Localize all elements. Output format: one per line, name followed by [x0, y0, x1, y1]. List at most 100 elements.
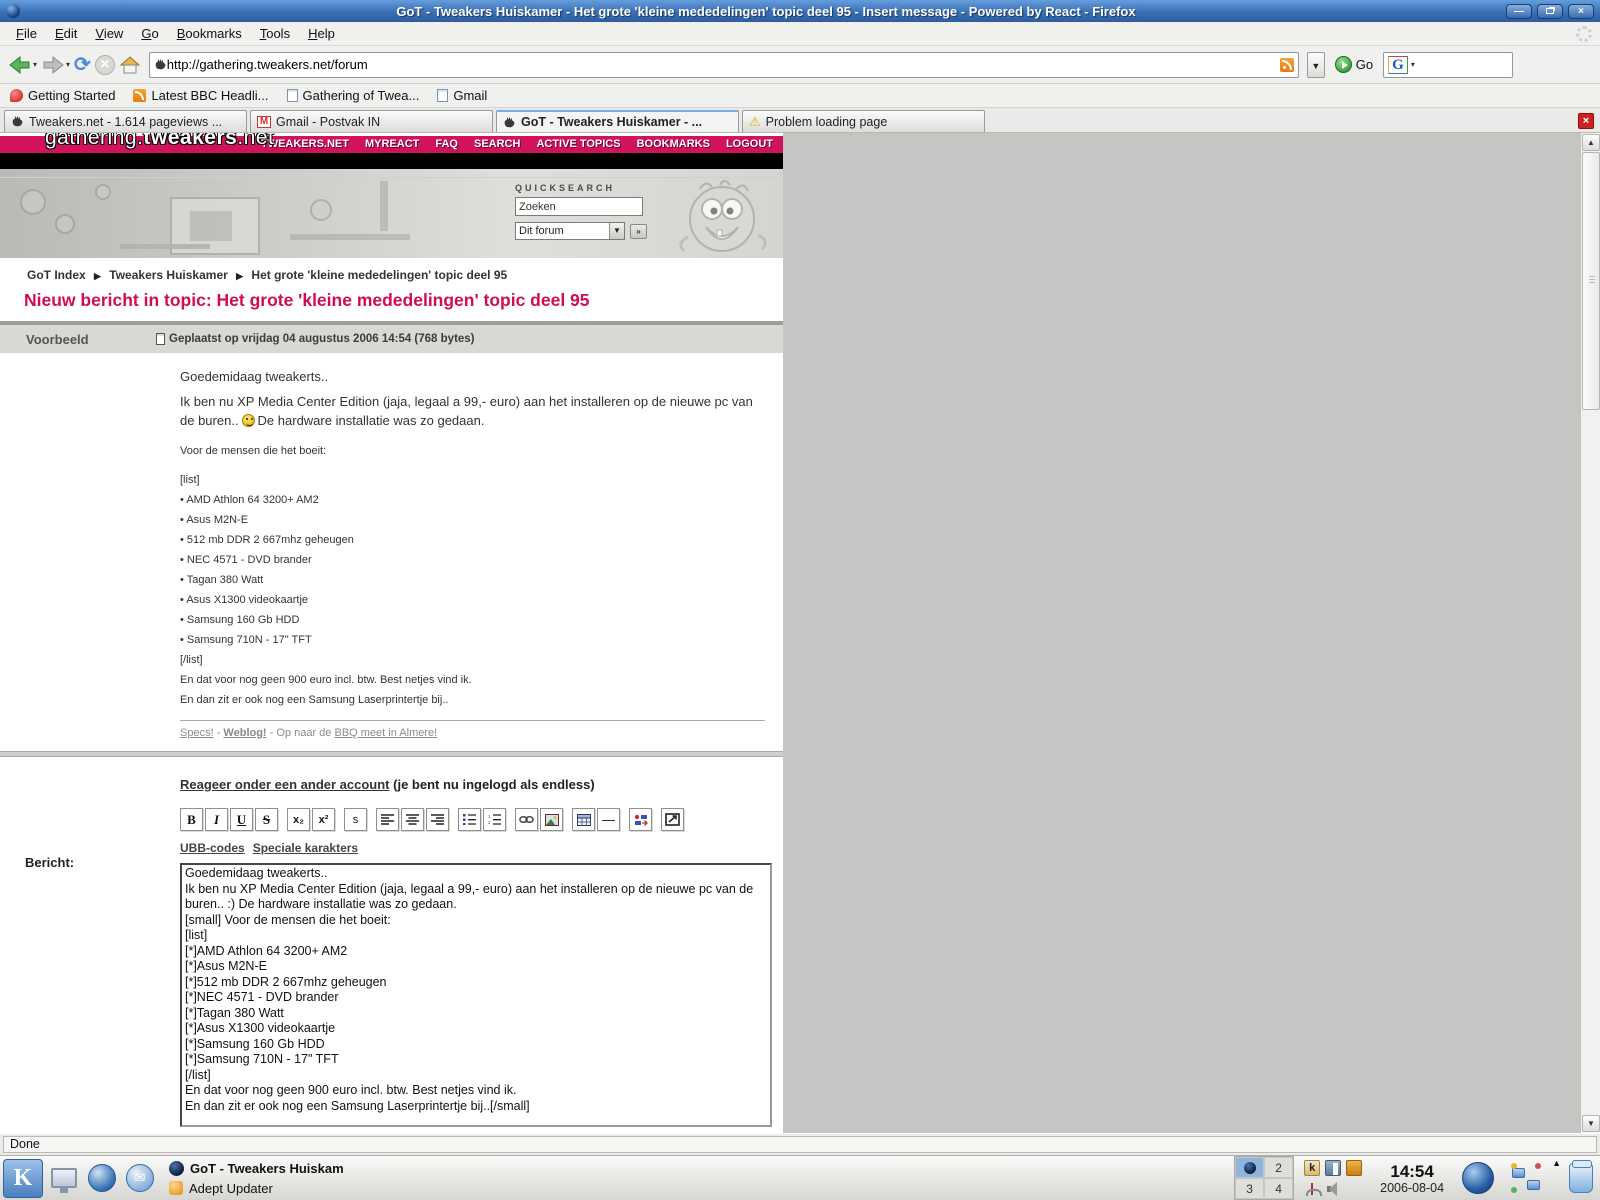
switch-account-link[interactable]: Reageer onder een ander account: [180, 777, 390, 792]
menu-bookmarks[interactable]: Bookmarks: [169, 23, 250, 44]
bookmark-gmail[interactable]: Gmail: [437, 88, 487, 103]
search-engine-dropdown-icon[interactable]: ▾: [1411, 60, 1415, 69]
kmix-icon[interactable]: [1325, 1159, 1342, 1176]
bullet-list-button[interactable]: [458, 808, 481, 831]
breadcrumb-forum[interactable]: Tweakers Huiskamer: [109, 268, 228, 282]
klipper-icon[interactable]: k: [1304, 1159, 1321, 1176]
quote-button[interactable]: [629, 808, 652, 831]
show-desktop-button[interactable]: [47, 1161, 81, 1195]
table-button[interactable]: [572, 808, 595, 831]
task-adept-updater[interactable]: Adept Updater: [169, 1179, 1230, 1198]
message-textarea[interactable]: Goedemidaag tweakerts.. Ik ben nu XP Med…: [180, 863, 772, 1127]
minimize-button[interactable]: —: [1506, 3, 1532, 19]
bbq-meet-link[interactable]: BBQ meet in Almere!: [334, 727, 437, 739]
tab-gmail[interactable]: M Gmail - Postvak IN: [250, 110, 493, 132]
small-text-button[interactable]: s: [344, 808, 367, 831]
menu-file[interactable]: File: [8, 23, 45, 44]
back-dropdown-icon[interactable]: ▾: [33, 60, 37, 69]
clock-widget[interactable]: 14:54 2006-08-04: [1380, 1162, 1444, 1195]
url-input[interactable]: [166, 57, 1280, 72]
specs-link[interactable]: Specs!: [180, 727, 214, 739]
nav-logout[interactable]: LOGOUT: [726, 138, 773, 150]
menu-edit[interactable]: Edit: [47, 23, 85, 44]
adept-icon: [169, 1181, 183, 1195]
image-button[interactable]: [540, 808, 563, 831]
pager-desktop-1[interactable]: [1235, 1157, 1265, 1178]
pager-desktop-3[interactable]: 3: [1235, 1178, 1265, 1199]
back-button[interactable]: ▾: [8, 54, 37, 76]
strikethrough-button[interactable]: S: [255, 808, 278, 831]
pager-desktop-4[interactable]: 4: [1264, 1178, 1294, 1199]
superscript-button[interactable]: x²: [312, 808, 335, 831]
menu-go[interactable]: Go: [133, 23, 166, 44]
tab-tweakers[interactable]: Tweakers.net - 1.614 pageviews ...: [4, 110, 247, 132]
quicksearch-input[interactable]: [515, 197, 643, 216]
quicksearch-go-button[interactable]: »: [630, 223, 647, 239]
kmenu-button[interactable]: K: [3, 1158, 43, 1198]
list-item: Asus M2N-E: [180, 511, 763, 530]
bookmark-gathering[interactable]: Gathering of Twea...: [286, 88, 419, 103]
volume-icon[interactable]: [1325, 1181, 1341, 1197]
close-button[interactable]: ×: [1568, 3, 1594, 19]
align-center-button[interactable]: [401, 808, 424, 831]
kwallet-icon[interactable]: [1346, 1159, 1363, 1176]
scroll-down-button[interactable]: ▼: [1582, 1115, 1600, 1132]
horizontal-rule-button[interactable]: —: [597, 808, 620, 831]
kontact-launcher[interactable]: ✉: [123, 1161, 157, 1195]
trash-icon[interactable]: [1569, 1160, 1593, 1193]
go-button-label[interactable]: Go: [1356, 57, 1373, 72]
forward-button[interactable]: ▾: [41, 54, 70, 76]
vertical-scrollbar[interactable]: ▲ ▼: [1580, 133, 1600, 1133]
subscript-button[interactable]: x₂: [287, 808, 310, 831]
nav-active-topics[interactable]: ACTIVE TOPICS: [536, 138, 620, 150]
nav-search[interactable]: SEARCH: [474, 138, 520, 150]
close-tab-button[interactable]: ×: [1578, 113, 1594, 129]
menu-help[interactable]: Help: [300, 23, 343, 44]
scroll-up-button[interactable]: ▲: [1582, 134, 1600, 151]
tab-problem-loading[interactable]: ⚠ Problem loading page: [742, 110, 985, 132]
menu-view[interactable]: View: [87, 23, 131, 44]
underline-button[interactable]: U: [230, 808, 253, 831]
tab-got-active[interactable]: GoT - Tweakers Huiskamer - ...: [496, 110, 739, 132]
stop-button[interactable]: ×: [94, 54, 115, 75]
nav-myreact[interactable]: MYREACT: [365, 138, 419, 150]
scrollbar-thumb[interactable]: [1582, 152, 1600, 410]
window-titlebar[interactable]: GoT - Tweakers Huiskamer - Het grote 'kl…: [0, 0, 1600, 22]
bold-button[interactable]: B: [180, 808, 203, 831]
got-logo[interactable]: gathering.tweakers.net: [45, 133, 274, 150]
url-dropdown-button[interactable]: ▼: [1306, 51, 1325, 78]
breadcrumb-got-index[interactable]: GoT Index: [27, 268, 86, 282]
browser-launcher-icon[interactable]: [1462, 1162, 1495, 1194]
quicksearch-scope-select[interactable]: Dit forum ▼: [515, 222, 625, 240]
ubb-codes-link[interactable]: UBB-codes: [180, 841, 245, 855]
align-right-button[interactable]: [426, 808, 449, 831]
nav-bookmarks[interactable]: BOOKMARKS: [637, 138, 710, 150]
url-bar[interactable]: [148, 51, 1299, 78]
numbered-list-button[interactable]: 12: [483, 808, 506, 831]
fullscreen-editor-button[interactable]: [661, 808, 684, 831]
network-monitor-icon[interactable]: [1304, 1181, 1323, 1197]
italic-button[interactable]: I: [205, 808, 228, 831]
go-icon[interactable]: [1334, 56, 1352, 73]
maximize-button[interactable]: [1537, 3, 1563, 19]
konqueror-launcher[interactable]: [85, 1161, 119, 1195]
bookmark-getting-started[interactable]: Getting Started: [10, 88, 115, 103]
reload-button[interactable]: ⟳: [74, 52, 91, 77]
forward-dropdown-icon[interactable]: ▾: [66, 60, 70, 69]
panel-hide-arrow-icon[interactable]: ▲: [1552, 1158, 1561, 1168]
rss-feed-icon[interactable]: [1279, 57, 1294, 72]
chevron-down-icon[interactable]: ▼: [609, 223, 624, 239]
network-places-icon[interactable]: [1510, 1162, 1542, 1194]
weblog-link[interactable]: Weblog!: [223, 727, 266, 739]
home-button[interactable]: [119, 55, 141, 75]
nav-faq[interactable]: FAQ: [435, 138, 458, 150]
task-firefox[interactable]: GoT - Tweakers Huiskam: [169, 1159, 1230, 1178]
special-characters-link[interactable]: Speciale karakters: [253, 841, 358, 855]
menu-tools[interactable]: Tools: [252, 23, 298, 44]
link-button[interactable]: [515, 808, 538, 831]
google-search-box[interactable]: G ▾: [1383, 51, 1514, 78]
bookmark-bbc-headlines[interactable]: Latest BBC Headli...: [133, 88, 269, 103]
align-left-button[interactable]: [376, 808, 399, 831]
breadcrumb-topic[interactable]: Het grote 'kleine mededelingen' topic de…: [251, 268, 507, 282]
pager-desktop-2[interactable]: 2: [1264, 1157, 1294, 1178]
